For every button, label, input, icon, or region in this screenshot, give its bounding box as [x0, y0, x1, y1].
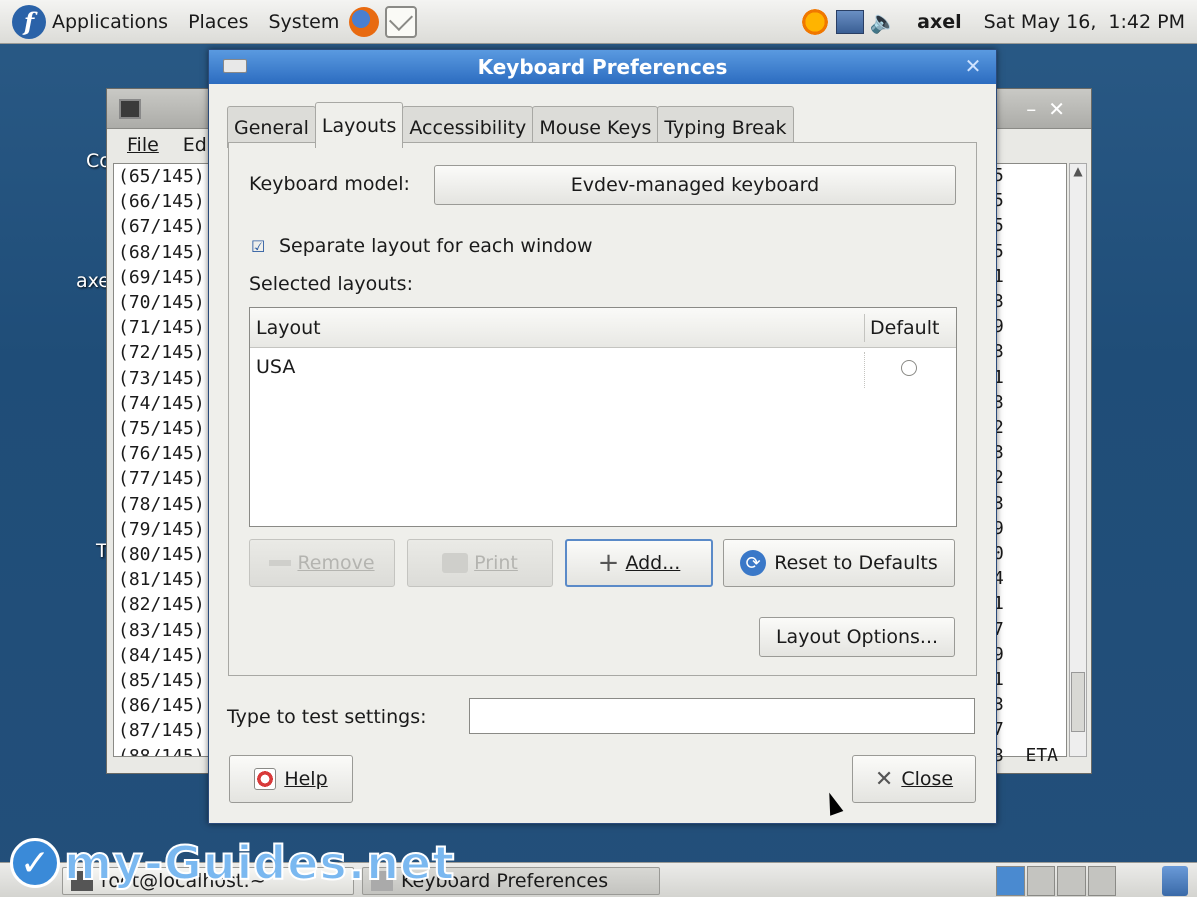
- titlebar-close-icon[interactable]: ✕: [960, 54, 986, 78]
- layouts-panel: Keyboard model: Evdev-managed keyboard ☑…: [228, 142, 977, 676]
- terminal-line-tail: 1: [993, 366, 1004, 388]
- terminal-line-tail: 4: [993, 568, 1004, 590]
- terminal-line-tail: 0: [993, 543, 1004, 565]
- separate-layout-label[interactable]: Separate layout for each window: [279, 235, 593, 257]
- terminal-line-tail: 5: [993, 190, 1004, 212]
- test-settings-input[interactable]: [469, 698, 975, 734]
- watermark-text: my-Guides.net: [63, 835, 456, 891]
- layout-options-button[interactable]: Layout Options...: [759, 617, 955, 657]
- print-button-label: Print: [474, 552, 518, 574]
- dialog-titlebar[interactable]: Keyboard Preferences ✕: [209, 50, 996, 84]
- terminal-line-tail: 5: [993, 165, 1004, 186]
- menu-file[interactable]: File: [127, 134, 159, 156]
- desktop-icon-label[interactable]: axe: [76, 270, 110, 292]
- window-controls[interactable]: –✕: [1026, 97, 1077, 121]
- column-header-layout[interactable]: Layout: [256, 317, 321, 339]
- help-button-label: Help: [284, 768, 328, 790]
- system-tray: 🔈 axel Sat May 16, 1:42 PM: [799, 0, 1185, 44]
- terminal-line-tail: 5: [993, 215, 1004, 237]
- terminal-line-tail: 9: [993, 517, 1004, 539]
- update-notifier-icon[interactable]: [799, 7, 830, 37]
- scroll-thumb[interactable]: [1071, 672, 1085, 732]
- watermark-logo: ✓ my-Guides.net: [10, 835, 456, 891]
- dialog-title: Keyboard Preferences: [477, 55, 728, 79]
- terminal-line-tail: 3: [993, 391, 1004, 413]
- workspace-switcher[interactable]: [996, 866, 1116, 896]
- terminal-icon: [119, 98, 141, 119]
- mail-launcher-icon[interactable]: [385, 5, 418, 38]
- refresh-icon: ⟳: [740, 550, 767, 576]
- firefox-launcher-icon[interactable]: [349, 6, 380, 37]
- terminal-line-tail: 7: [993, 618, 1004, 640]
- help-icon: [254, 768, 277, 790]
- remove-icon: [269, 560, 292, 566]
- layouts-list[interactable]: Layout Default USA: [249, 307, 957, 527]
- close-icon: ✕: [874, 766, 894, 792]
- checkmark-icon: ✓: [10, 838, 60, 888]
- column-divider: [864, 314, 865, 342]
- fedora-logo-icon[interactable]: f: [12, 4, 46, 39]
- terminal-output-right: 555513931323239041791373 ETA: [993, 163, 1069, 766]
- layout-row-name[interactable]: USA: [256, 356, 295, 378]
- list-header: Layout Default: [250, 308, 956, 348]
- test-settings-label: Type to test settings:: [227, 706, 427, 728]
- terminal-line-tail: 3: [993, 341, 1004, 363]
- printer-icon: [442, 553, 469, 573]
- volume-icon[interactable]: 🔈: [870, 10, 897, 35]
- add-button[interactable]: + Add...: [565, 539, 713, 587]
- help-button[interactable]: Help: [229, 755, 353, 803]
- terminal-line-tail: 3: [993, 492, 1004, 514]
- keyboard-model-label: Keyboard model:: [249, 173, 410, 195]
- reset-button-label: Reset to Defaults: [774, 552, 938, 574]
- terminal-line-tail: 1: [993, 265, 1004, 287]
- workspace-3[interactable]: [1057, 866, 1086, 896]
- tab-layouts[interactable]: Layouts: [314, 102, 404, 148]
- clock[interactable]: Sat May 16, 1:42 PM: [984, 11, 1185, 33]
- terminal-line-tail: 1: [993, 593, 1004, 615]
- user-switcher[interactable]: axel: [917, 11, 961, 33]
- reset-to-defaults-button[interactable]: ⟳ Reset to Defaults: [723, 539, 955, 587]
- terminal-line-tail: 7: [993, 719, 1004, 741]
- terminal-line-tail: 3: [993, 442, 1004, 464]
- remove-button: Remove: [249, 539, 395, 587]
- remove-button-label: Remove: [297, 552, 375, 574]
- terminal-line-tail: 2: [993, 467, 1004, 489]
- print-button: Print: [407, 539, 553, 587]
- keyboard-icon: [223, 59, 247, 73]
- column-divider: [864, 352, 865, 388]
- terminal-line-tail: 9: [993, 643, 1004, 665]
- keyboard-model-button[interactable]: Evdev-managed keyboard: [434, 165, 956, 205]
- terminal-line-tail: 3: [993, 291, 1004, 313]
- keyboard-preferences-dialog: Keyboard Preferences ✕ General Layouts A…: [208, 49, 997, 824]
- terminal-line-tail: 2: [993, 417, 1004, 439]
- terminal-line-tail: 9: [993, 316, 1004, 338]
- selected-layouts-label: Selected layouts:: [249, 273, 413, 295]
- default-layout-radio[interactable]: [901, 360, 917, 376]
- terminal-line-tail: 3 ETA: [993, 744, 1059, 766]
- scroll-up-icon[interactable]: ▲: [1070, 164, 1086, 182]
- terminal-line-tail: 5: [993, 240, 1004, 262]
- add-button-label: Add...: [625, 552, 681, 574]
- close-button[interactable]: ✕ Close: [852, 755, 976, 803]
- menu-edit[interactable]: Ed: [183, 134, 207, 156]
- separate-layout-checkbox[interactable]: ☑: [251, 239, 267, 255]
- top-panel: f Applications Places System 🔈 axel Sat …: [0, 0, 1197, 44]
- network-icon[interactable]: [835, 10, 864, 34]
- terminal-line-tail: 1: [993, 669, 1004, 691]
- terminal-scrollbar[interactable]: ▲: [1069, 163, 1087, 757]
- menu-system[interactable]: System: [268, 11, 339, 33]
- workspace-4[interactable]: [1087, 866, 1116, 896]
- trash-icon[interactable]: [1162, 866, 1188, 896]
- plus-icon: +: [597, 548, 620, 578]
- menu-applications[interactable]: Applications: [52, 11, 168, 33]
- menu-places[interactable]: Places: [188, 11, 248, 33]
- terminal-line-tail: 3: [993, 694, 1004, 716]
- close-button-label: Close: [901, 768, 954, 790]
- workspace-2[interactable]: [1026, 866, 1055, 896]
- column-header-default[interactable]: Default: [870, 317, 939, 339]
- workspace-1[interactable]: [996, 866, 1025, 896]
